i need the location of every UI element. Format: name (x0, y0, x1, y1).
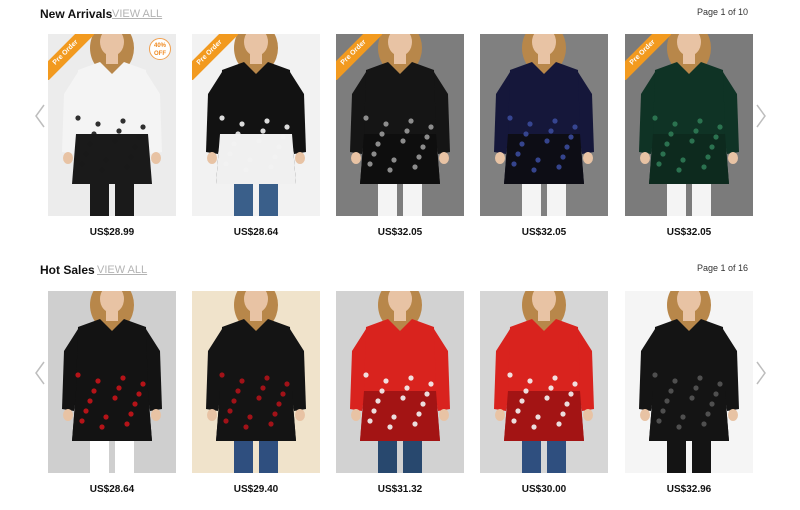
carousel-prev-button[interactable] (33, 103, 47, 129)
product-card[interactable]: US$30.00 (480, 291, 608, 495)
view-all-link[interactable]: VIEW ALL (112, 8, 162, 20)
product-image[interactable] (480, 34, 608, 216)
section-title: New Arrivals (40, 7, 113, 21)
model-photo (192, 291, 320, 473)
discount-badge: 40% OFF (149, 38, 171, 60)
pre-order-ribbon: Pre Order (192, 34, 238, 80)
chevron-right-icon (756, 361, 766, 385)
product-image[interactable]: Pre Order (625, 34, 753, 216)
discount-percent: 40% (153, 43, 166, 49)
model-photo (625, 291, 753, 473)
discount-word: OFF (154, 51, 166, 57)
new-arrivals-section: New Arrivals VIEW ALL Page 1 of 10 Pre O… (0, 7, 800, 247)
product-image[interactable]: Pre Order (192, 34, 320, 216)
product-card[interactable]: US$29.40 (192, 291, 320, 495)
product-card[interactable]: US$32.96 (625, 291, 753, 495)
product-card[interactable]: Pre Order US$32.05 (336, 34, 464, 238)
product-price: US$29.40 (233, 484, 279, 495)
ribbon-label: Pre Order (192, 34, 238, 80)
product-image[interactable] (480, 291, 608, 473)
page-indicator: Page 1 of 16 (696, 263, 748, 273)
chevron-left-icon (35, 104, 45, 128)
product-card[interactable]: US$31.32 (336, 291, 464, 495)
product-price: US$28.64 (89, 484, 135, 495)
product-image[interactable] (336, 291, 464, 473)
ribbon-label: Pre Order (336, 34, 382, 80)
hot-sales-header: Hot Sales VIEW ALL Page 1 of 16 (0, 263, 800, 283)
chevron-right-icon (756, 104, 766, 128)
carousel-next-button[interactable] (754, 360, 768, 386)
product-card[interactable]: Pre Order 40% OFF US$28.99 (48, 34, 176, 238)
carousel-next-button[interactable] (754, 103, 768, 129)
page-indicator: Page 1 of 10 (696, 7, 748, 17)
product-price: US$30.00 (521, 484, 567, 495)
product-image[interactable] (625, 291, 753, 473)
product-image[interactable] (192, 291, 320, 473)
product-price: US$32.96 (666, 484, 712, 495)
ribbon-label: Pre Order (48, 34, 94, 80)
new-arrivals-header: New Arrivals VIEW ALL Page 1 of 10 (0, 7, 800, 27)
product-image[interactable]: Pre Order (336, 34, 464, 216)
product-price: US$31.32 (377, 484, 423, 495)
section-title: Hot Sales (40, 263, 95, 277)
hot-sales-section: Hot Sales VIEW ALL Page 1 of 16 US$28.64… (0, 263, 800, 503)
product-card[interactable]: Pre Order US$32.05 (625, 34, 753, 238)
product-price: US$32.05 (521, 227, 567, 238)
product-price: US$32.05 (377, 227, 423, 238)
product-price: US$28.99 (89, 227, 135, 238)
pre-order-ribbon: Pre Order (336, 34, 382, 80)
product-price: US$28.64 (233, 227, 279, 238)
chevron-left-icon (35, 361, 45, 385)
model-photo (480, 291, 608, 473)
product-price: US$32.05 (666, 227, 712, 238)
product-card[interactable]: Pre Order US$28.64 (192, 34, 320, 238)
product-image[interactable] (48, 291, 176, 473)
pre-order-ribbon: Pre Order (48, 34, 94, 80)
model-photo (336, 291, 464, 473)
product-card[interactable]: US$28.64 (48, 291, 176, 495)
ribbon-label: Pre Order (625, 34, 671, 80)
view-all-link[interactable]: VIEW ALL (97, 264, 147, 276)
model-photo (48, 291, 176, 473)
model-photo (480, 34, 608, 216)
product-image[interactable]: Pre Order 40% OFF (48, 34, 176, 216)
product-card[interactable]: US$32.05 (480, 34, 608, 238)
pre-order-ribbon: Pre Order (625, 34, 671, 80)
carousel-prev-button[interactable] (33, 360, 47, 386)
